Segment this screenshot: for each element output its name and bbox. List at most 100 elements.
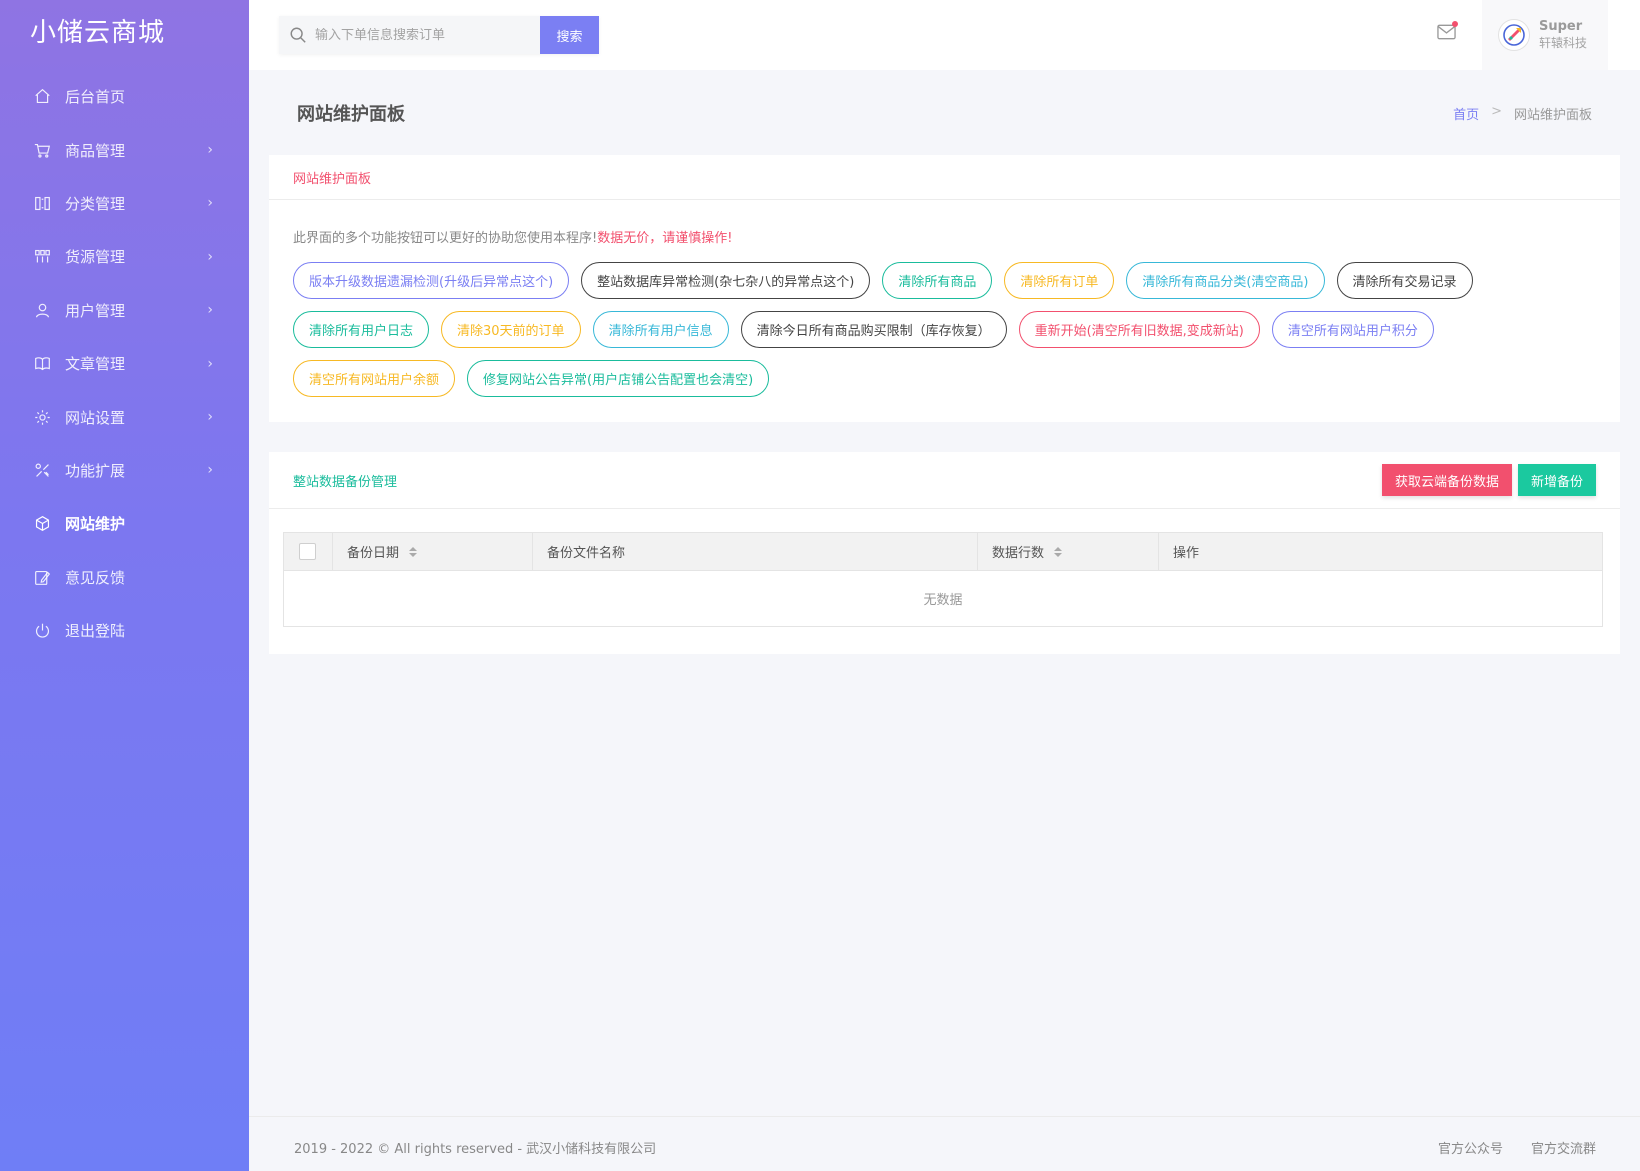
sidebar-item[interactable]: 后台首页 bbox=[0, 70, 249, 123]
notification-dot bbox=[1452, 21, 1458, 27]
sidebar-item[interactable]: 网站维护 bbox=[0, 497, 249, 550]
tools-icon bbox=[33, 461, 51, 479]
sort-icon[interactable] bbox=[409, 546, 418, 557]
maintenance-action-button[interactable]: 整站数据库异常检测(杂七杂八的异常点这个) bbox=[581, 262, 871, 299]
chevron-right-icon: › bbox=[207, 248, 213, 265]
sidebar-item-label: 后台首页 bbox=[65, 88, 126, 107]
chevron-right-icon: › bbox=[207, 409, 213, 426]
sidebar-item-label: 文章管理 bbox=[65, 355, 126, 374]
maintenance-action-button[interactable]: 清除所有订单 bbox=[1004, 262, 1115, 299]
sidebar-item[interactable]: 用户管理 › bbox=[0, 284, 249, 337]
button-row: 版本升级数据遗漏检测(升级后异常点这个) 整站数据库异常检测(杂七杂八的异常点这个… bbox=[293, 262, 1593, 299]
chevron-right-icon: › bbox=[207, 195, 213, 212]
sidebar-item-label: 用户管理 bbox=[65, 301, 126, 320]
breadcrumb-separator: > bbox=[1491, 104, 1502, 119]
sidebar-item[interactable]: 意见反馈 bbox=[0, 551, 249, 604]
copyright: 2019 - 2022 © All rights reserved - 武汉小储… bbox=[294, 1142, 657, 1157]
official-account-link[interactable]: 官方公众号 bbox=[1438, 1138, 1503, 1157]
power-icon bbox=[33, 622, 51, 640]
button-row: 清除所有用户日志 清除30天前的订单 清除所有用户信息 清除今日所有商品购买限制（库存… bbox=[293, 311, 1593, 348]
sidebar-item-label: 退出登陆 bbox=[65, 622, 126, 641]
sidebar-item[interactable]: 分类管理 › bbox=[0, 177, 249, 230]
sidebar-item-label: 商品管理 bbox=[65, 141, 126, 160]
mail-notification[interactable] bbox=[1437, 21, 1458, 44]
column-label: 数据行数 bbox=[992, 546, 1045, 561]
user-name: Super bbox=[1539, 19, 1583, 34]
maintenance-action-button[interactable]: 清除所有商品 bbox=[882, 262, 993, 299]
sidebar-item[interactable]: 功能扩展 › bbox=[0, 444, 249, 497]
gear-icon bbox=[33, 408, 51, 426]
chevron-right-icon: › bbox=[207, 142, 213, 159]
add-backup-button[interactable]: 新增备份 bbox=[1517, 464, 1596, 496]
maintenance-action-button[interactable]: 清除所有商品分类(清空商品) bbox=[1126, 262, 1325, 299]
sidebar-item-label: 货源管理 bbox=[65, 248, 126, 267]
backup-panel: 整站数据备份管理 获取云端备份数据 新增备份 备份日期 备份文件名称 数据行数 … bbox=[269, 452, 1620, 654]
sidebar-item-label: 功能扩展 bbox=[65, 461, 126, 480]
sort-icon[interactable] bbox=[1054, 546, 1063, 557]
sidebar-item[interactable]: 网站设置 › bbox=[0, 390, 249, 443]
fetch-cloud-backup-button[interactable]: 获取云端备份数据 bbox=[1381, 464, 1512, 496]
backup-table: 备份日期 备份文件名称 数据行数 操作 无数据 bbox=[283, 532, 1603, 627]
sidebar-item-label: 网站维护 bbox=[65, 515, 126, 534]
maintenance-action-button[interactable]: 重新开始(清空所有旧数据,变成新站) bbox=[1018, 311, 1260, 348]
breadcrumb-home[interactable]: 首页 bbox=[1453, 104, 1479, 123]
category-icon bbox=[33, 194, 51, 212]
sidebar-item[interactable]: 退出登陆 bbox=[0, 604, 249, 657]
user-profile[interactable]: Super 轩辕科技 bbox=[1482, 0, 1608, 70]
panel-notice: 此界面的多个功能按钮可以更好的协助您使用本程序!数据无价，请谨慎操作! bbox=[293, 227, 732, 246]
sidebar-menu: 后台首页 商品管理 › 分类管理 › 货源管理 › 用户管理 › 文章管理 › 网站设置 › 功能扩展 › 网… bbox=[0, 70, 249, 657]
sidebar-item-label: 分类管理 bbox=[65, 194, 126, 213]
maintenance-action-button[interactable]: 清除所有用户信息 bbox=[592, 311, 729, 348]
sidebar-item[interactable]: 商品管理 › bbox=[0, 123, 249, 176]
cart-icon bbox=[33, 141, 51, 159]
panel-title: 网站维护面板 bbox=[269, 155, 1620, 200]
book-icon bbox=[33, 355, 51, 373]
page-title: 网站维护面板 bbox=[297, 104, 405, 125]
maintenance-action-button[interactable]: 修复网站公告异常(用户店铺公告配置也会清空) bbox=[467, 360, 770, 397]
maintenance-action-button[interactable]: 清除今日所有商品购买限制（库存恢复） bbox=[740, 311, 1007, 348]
brand-logo[interactable]: 小储云商城 bbox=[0, 0, 249, 68]
maintenance-action-button[interactable]: 清除所有用户日志 bbox=[293, 311, 430, 348]
maintenance-action-button[interactable]: 版本升级数据遗漏检测(升级后异常点这个) bbox=[293, 262, 570, 299]
select-all-checkbox[interactable] bbox=[299, 543, 316, 560]
search-field bbox=[279, 16, 540, 54]
backup-header: 整站数据备份管理 获取云端备份数据 新增备份 bbox=[269, 452, 1620, 509]
action-buttons: 版本升级数据遗漏检测(升级后异常点这个) 整站数据库异常检测(杂七杂八的异常点这个… bbox=[293, 262, 1593, 409]
search-bar: 搜索 bbox=[279, 16, 599, 54]
chevron-right-icon: › bbox=[207, 355, 213, 372]
column-backup-filename: 备份文件名称 bbox=[533, 533, 978, 570]
notice-warning: 数据无价，请谨慎操作! bbox=[597, 231, 733, 246]
footer: 2019 - 2022 © All rights reserved - 武汉小储… bbox=[249, 1116, 1640, 1171]
breadcrumb: 首页 > 网站维护面板 bbox=[1453, 104, 1592, 123]
column-actions: 操作 bbox=[1159, 533, 1602, 570]
chevron-right-icon: › bbox=[207, 462, 213, 479]
column-label: 备份文件名称 bbox=[547, 546, 626, 561]
maintenance-action-button[interactable]: 清空所有网站用户积分 bbox=[1271, 311, 1434, 348]
search-button[interactable]: 搜索 bbox=[540, 16, 599, 54]
column-backup-date[interactable]: 备份日期 bbox=[333, 533, 533, 570]
backup-title: 整站数据备份管理 bbox=[293, 474, 398, 490]
user-icon bbox=[33, 301, 51, 319]
button-row: 清空所有网站用户余额 修复网站公告异常(用户店铺公告配置也会清空) bbox=[293, 360, 1593, 397]
maintenance-action-button[interactable]: 清除所有交易记录 bbox=[1336, 262, 1473, 299]
sidebar-item[interactable]: 文章管理 › bbox=[0, 337, 249, 390]
column-row-count[interactable]: 数据行数 bbox=[978, 533, 1159, 570]
cube-icon bbox=[33, 515, 51, 533]
top-header: 搜索 Super 轩辕科技 bbox=[249, 0, 1640, 70]
search-icon bbox=[290, 27, 306, 43]
search-input[interactable] bbox=[315, 27, 515, 43]
source-icon bbox=[33, 248, 51, 266]
chevron-right-icon: › bbox=[207, 302, 213, 319]
breadcrumb-current: 网站维护面板 bbox=[1513, 108, 1592, 123]
sidebar-item[interactable]: 货源管理 › bbox=[0, 230, 249, 283]
maintenance-action-button[interactable]: 清除30天前的订单 bbox=[441, 311, 581, 348]
column-label: 备份日期 bbox=[347, 546, 400, 561]
sidebar-item-label: 网站设置 bbox=[65, 408, 126, 427]
sidebar: 小储云商城 后台首页商品管理 › 分类管理 › 货源管理 › 用户管理 › 文章管理 › 网站设置 ›… bbox=[0, 0, 249, 1171]
maintenance-action-button[interactable]: 清空所有网站用户余额 bbox=[293, 360, 456, 397]
edit-icon bbox=[33, 568, 51, 586]
notice-text: 此界面的多个功能按钮可以更好的协助您使用本程序! bbox=[293, 231, 598, 246]
empty-state: 无数据 bbox=[923, 593, 963, 608]
official-group-link[interactable]: 官方交流群 bbox=[1531, 1138, 1596, 1157]
home-icon bbox=[33, 88, 51, 106]
